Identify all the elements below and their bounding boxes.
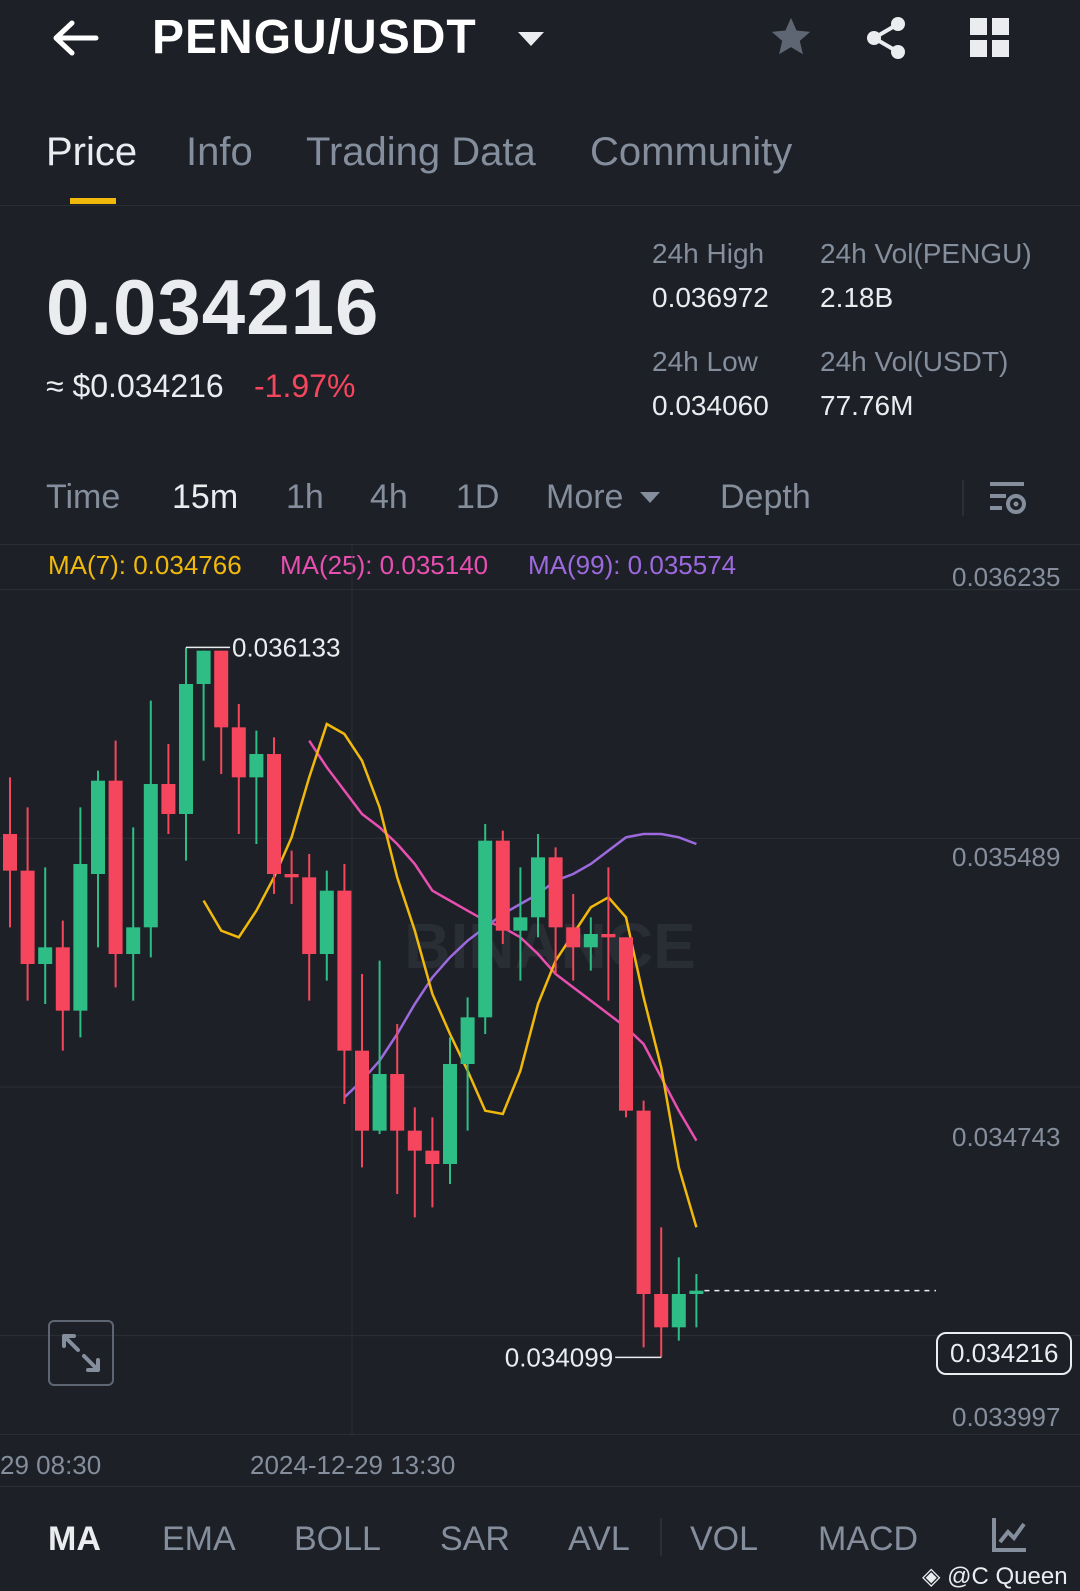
candle-body bbox=[284, 874, 299, 878]
candle-body bbox=[161, 784, 176, 814]
candle-body bbox=[196, 650, 211, 684]
candle-body bbox=[601, 934, 616, 938]
low-24h-value: 0.034060 bbox=[652, 390, 769, 421]
indicator-divider bbox=[0, 1486, 1080, 1487]
share-icon[interactable] bbox=[862, 14, 910, 67]
interval-more[interactable]: More bbox=[546, 478, 623, 517]
interval-1h[interactable]: 1h bbox=[286, 478, 324, 517]
candle-body bbox=[249, 754, 264, 778]
chart-settings-icon[interactable] bbox=[988, 478, 1028, 523]
high-24h-label: 24h High bbox=[652, 238, 765, 269]
binance-logo-icon: ◈ bbox=[922, 1563, 941, 1590]
candle-body bbox=[583, 934, 598, 948]
indicator-macd[interactable]: MACD bbox=[818, 1520, 918, 1559]
candle-body bbox=[55, 947, 70, 1011]
candle-body bbox=[214, 650, 229, 728]
candle-body bbox=[566, 927, 581, 948]
candle-body bbox=[513, 917, 528, 931]
tab-trading-data[interactable]: Trading Data bbox=[306, 130, 536, 175]
candle-body bbox=[267, 754, 281, 874]
candle-body bbox=[372, 1074, 387, 1131]
candle-body bbox=[38, 947, 53, 964]
candle-body bbox=[548, 857, 563, 928]
credit-watermark: ◈ @C Queen bbox=[922, 1562, 1068, 1591]
last-price: 0.034216 bbox=[46, 263, 380, 351]
y-axis-label: 0.034743 bbox=[952, 1122, 1061, 1152]
indicator-avl[interactable]: AVL bbox=[568, 1520, 630, 1559]
candle-body bbox=[654, 1294, 669, 1328]
pair-title[interactable]: PENGU/USDT bbox=[152, 10, 477, 65]
tab-community[interactable]: Community bbox=[590, 130, 792, 175]
vol-base-value: 2.18B bbox=[820, 282, 894, 313]
candle-body bbox=[337, 890, 352, 1051]
high-price-marker: 0.036133 bbox=[232, 632, 340, 662]
vol-base-label: 24h Vol(PENGU) bbox=[820, 238, 1032, 269]
candle-body bbox=[671, 1294, 686, 1328]
price-change-percent: -1.97% bbox=[254, 368, 356, 404]
candle-body bbox=[390, 1074, 405, 1131]
interval-1d[interactable]: 1D bbox=[456, 478, 499, 517]
back-arrow-icon[interactable] bbox=[50, 18, 100, 58]
candle-body bbox=[495, 840, 510, 931]
vol-quote-label: 24h Vol(USDT) bbox=[820, 346, 1009, 377]
candle-body bbox=[126, 927, 141, 954]
credit-text: @C Queen bbox=[947, 1563, 1068, 1590]
y-axis-label: 0.035489 bbox=[952, 842, 1061, 872]
candle-body bbox=[425, 1150, 440, 1164]
interval-depth[interactable]: Depth bbox=[720, 478, 811, 517]
y-axis-label: 0.036235 bbox=[952, 562, 1061, 592]
x-axis-divider bbox=[0, 1434, 1080, 1435]
grid-icon[interactable] bbox=[968, 16, 1012, 65]
y-axis-label: 0.033997 bbox=[952, 1402, 1061, 1432]
candle-body bbox=[73, 864, 88, 1011]
tabs-divider bbox=[0, 205, 1080, 206]
candle-body bbox=[302, 877, 317, 954]
low-24h-label: 24h Low bbox=[652, 346, 758, 377]
star-icon[interactable] bbox=[768, 14, 814, 65]
candle-body bbox=[689, 1290, 704, 1294]
usd-price: ≈ $0.034216 bbox=[46, 368, 224, 404]
low-price-marker: 0.034099 bbox=[505, 1342, 613, 1372]
candle-body bbox=[231, 727, 246, 778]
candle-body bbox=[460, 1017, 475, 1064]
candle-body bbox=[443, 1064, 457, 1164]
vol-quote-value: 77.76M bbox=[820, 390, 914, 421]
last-price-tag: 0.034216 bbox=[936, 1332, 1073, 1375]
indicator-separator bbox=[660, 1518, 662, 1556]
interval-time[interactable]: Time bbox=[46, 478, 120, 517]
high-24h-value: 0.036972 bbox=[652, 282, 769, 313]
candle-body bbox=[20, 870, 35, 964]
indicator-boll[interactable]: BOLL bbox=[294, 1520, 381, 1559]
interval-4h[interactable]: 4h bbox=[370, 478, 408, 517]
x-axis-label: 2024-12-29 13:30 bbox=[250, 1450, 456, 1480]
expand-icon bbox=[62, 1334, 100, 1372]
row-separator bbox=[962, 480, 964, 516]
interval-15m[interactable]: 15m bbox=[172, 478, 238, 517]
candle-body bbox=[3, 834, 17, 871]
x-axis-label: 29 08:30 bbox=[0, 1450, 102, 1480]
candle-body bbox=[108, 780, 123, 954]
indicator-chart-icon[interactable] bbox=[990, 1514, 1030, 1559]
indicator-ma[interactable]: MA bbox=[48, 1520, 101, 1559]
more-caret-icon[interactable] bbox=[640, 492, 660, 503]
candle-body bbox=[619, 937, 633, 1111]
candle-body bbox=[319, 890, 334, 954]
candle-body bbox=[636, 1110, 651, 1294]
active-tab-indicator bbox=[70, 198, 116, 204]
indicator-sar[interactable]: SAR bbox=[440, 1520, 510, 1559]
indicator-vol[interactable]: VOL bbox=[690, 1520, 758, 1559]
candle-body bbox=[179, 684, 193, 814]
fullscreen-button[interactable] bbox=[48, 1320, 114, 1386]
dropdown-caret-icon[interactable] bbox=[518, 32, 544, 46]
tab-price[interactable]: Price bbox=[46, 130, 137, 175]
candle-body bbox=[91, 780, 105, 874]
candle-body bbox=[355, 1050, 369, 1131]
tab-info[interactable]: Info bbox=[186, 130, 253, 175]
indicator-ema[interactable]: EMA bbox=[162, 1520, 236, 1559]
candle-body bbox=[478, 840, 493, 1018]
price-chart[interactable]: BINANCE 0.0361330.034099 bbox=[0, 544, 1080, 1444]
candle-body bbox=[531, 857, 545, 918]
candle-body bbox=[143, 784, 158, 928]
candle-body bbox=[407, 1130, 422, 1151]
